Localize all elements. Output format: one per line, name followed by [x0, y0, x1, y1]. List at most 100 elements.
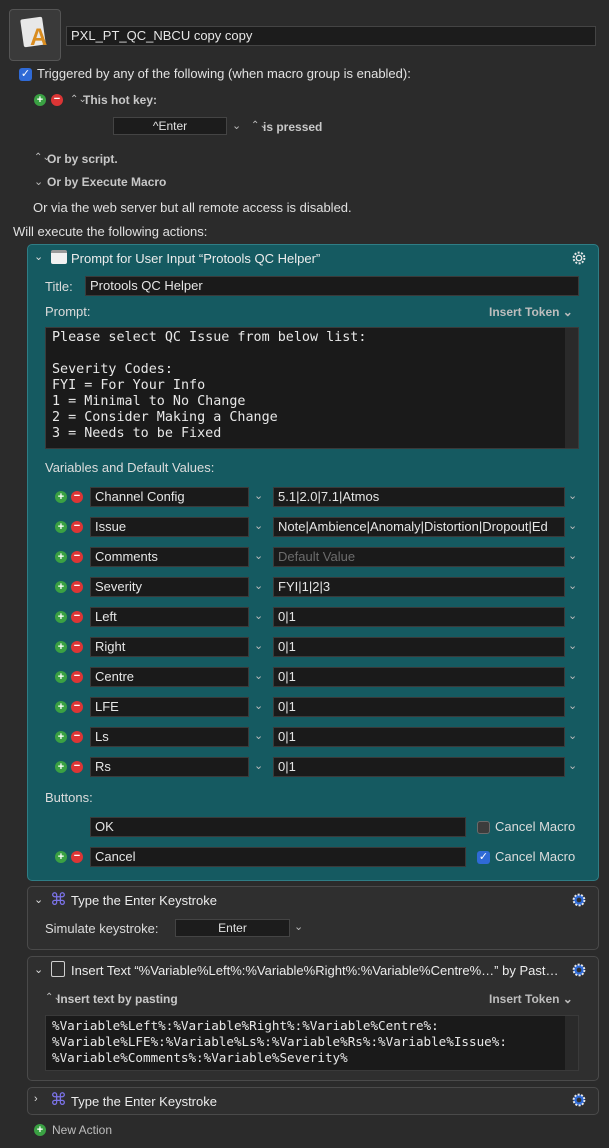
chevron-down-icon[interactable]: ⌄: [34, 175, 43, 188]
chevron-down-icon[interactable]: ⌄: [254, 729, 263, 742]
variable-name-input[interactable]: Severity: [90, 577, 249, 597]
new-action-icon[interactable]: +: [34, 1124, 46, 1136]
title-input[interactable]: Protools QC Helper: [85, 276, 579, 296]
variable-default-input[interactable]: 0|1: [273, 667, 565, 687]
variable-name-input[interactable]: LFE: [90, 697, 249, 717]
variable-default-input[interactable]: 0|1: [273, 757, 565, 777]
chevron-down-icon[interactable]: ⌄: [254, 669, 263, 682]
add-variable-icon[interactable]: +: [55, 701, 67, 713]
add-variable-icon[interactable]: +: [55, 671, 67, 683]
insert-token-menu[interactable]: Insert Token ⌄: [489, 992, 573, 1006]
remove-variable-icon[interactable]: −: [71, 611, 83, 623]
prompt-textarea[interactable]: Please select QC Issue from below list: S…: [45, 327, 579, 449]
cancel-macro-checkbox[interactable]: [477, 819, 490, 835]
or-by-execute-macro[interactable]: Or by Execute Macro: [47, 175, 166, 189]
gear-icon[interactable]: [570, 249, 588, 267]
variable-name-input[interactable]: Channel Config: [90, 487, 249, 507]
remove-button-icon[interactable]: −: [71, 851, 83, 863]
variable-name-input[interactable]: Right: [90, 637, 249, 657]
trigger-checkbox[interactable]: ✓: [19, 66, 32, 82]
remove-variable-icon[interactable]: −: [71, 731, 83, 743]
variable-default-input[interactable]: 5.1|2.0|7.1|Atmos: [273, 487, 565, 507]
chevron-down-icon[interactable]: ⌄: [254, 549, 263, 562]
add-variable-icon[interactable]: +: [55, 581, 67, 593]
variable-default-input[interactable]: FYI|1|2|3: [273, 577, 565, 597]
add-button-icon[interactable]: +: [55, 851, 67, 863]
macro-icon[interactable]: A: [9, 9, 61, 61]
remove-variable-icon[interactable]: −: [71, 671, 83, 683]
chevron-down-icon[interactable]: ⌄: [254, 699, 263, 712]
remove-variable-icon[interactable]: −: [71, 701, 83, 713]
chevron-down-icon[interactable]: ⌄: [568, 639, 577, 652]
add-variable-icon[interactable]: +: [55, 521, 67, 533]
add-variable-icon[interactable]: +: [55, 611, 67, 623]
add-variable-icon[interactable]: +: [55, 761, 67, 773]
chevron-down-icon[interactable]: ⌄: [254, 759, 263, 772]
or-by-script[interactable]: Or by script.: [47, 152, 118, 166]
variable-name-input[interactable]: Rs: [90, 757, 249, 777]
remove-variable-icon[interactable]: −: [71, 761, 83, 773]
chevron-down-icon[interactable]: ⌄: [254, 489, 263, 502]
cancel-macro-checkbox[interactable]: ✓: [477, 849, 490, 865]
add-variable-icon[interactable]: +: [55, 731, 67, 743]
variable-name-input[interactable]: Ls: [90, 727, 249, 747]
chevron-down-icon[interactable]: ⌄: [568, 759, 577, 772]
prompt-scrollbar[interactable]: [565, 328, 578, 448]
remove-variable-icon[interactable]: −: [71, 581, 83, 593]
chevron-down-icon[interactable]: ⌄: [568, 699, 577, 712]
chevron-down-icon[interactable]: ⌄: [568, 579, 577, 592]
remove-variable-icon[interactable]: −: [71, 551, 83, 563]
variable-name-input[interactable]: Issue: [90, 517, 249, 537]
macro-name-field[interactable]: PXL_PT_QC_NBCU copy copy: [66, 26, 596, 46]
chevron-down-icon[interactable]: ⌄: [568, 609, 577, 622]
chevron-down-icon[interactable]: ⌄: [568, 489, 577, 502]
button-name-input[interactable]: OK: [90, 817, 466, 837]
chevron-down-icon[interactable]: ⌄: [232, 119, 241, 132]
insert-mode-menu[interactable]: Insert text by pasting: [57, 992, 178, 1006]
button-name-input[interactable]: Cancel: [90, 847, 466, 867]
gear-icon[interactable]: [570, 891, 588, 909]
remove-variable-icon[interactable]: −: [71, 491, 83, 503]
chevron-down-icon[interactable]: ⌄: [568, 549, 577, 562]
gear-icon[interactable]: [570, 1091, 588, 1109]
chevron-down-icon[interactable]: ⌄: [568, 729, 577, 742]
variable-default-input[interactable]: Note|Ambience|Anomaly|Distortion|Dropout…: [273, 517, 565, 537]
remove-trigger-icon[interactable]: −: [51, 94, 63, 106]
chevron-down-icon[interactable]: ⌄: [254, 519, 263, 532]
variable-default-input[interactable]: 0|1: [273, 697, 565, 717]
new-action-link[interactable]: New Action: [52, 1123, 112, 1137]
remove-variable-icon[interactable]: −: [71, 641, 83, 653]
variable-default-input[interactable]: Default Value: [273, 547, 565, 567]
insert-text-area[interactable]: %Variable%Left%:%Variable%Right%:%Variab…: [45, 1015, 579, 1071]
add-variable-icon[interactable]: +: [55, 491, 67, 503]
hotkey-state[interactable]: is pressed: [263, 120, 322, 134]
variable-name-input[interactable]: Centre: [90, 667, 249, 687]
keystroke-field[interactable]: Enter: [175, 919, 290, 937]
collapse-chevron-icon[interactable]: ⌄: [34, 250, 43, 263]
hotkey-field[interactable]: ^Enter: [113, 117, 227, 135]
chevron-down-icon[interactable]: ⌄: [254, 639, 263, 652]
chevron-down-icon[interactable]: ⌄: [254, 579, 263, 592]
chevron-down-icon[interactable]: ⌄: [568, 669, 577, 682]
cancel-macro-label[interactable]: Cancel Macro: [495, 819, 575, 834]
expand-chevron-icon[interactable]: ›: [34, 1093, 38, 1105]
collapse-chevron-icon[interactable]: ⌄: [34, 893, 43, 906]
gear-icon[interactable]: [570, 961, 588, 979]
variable-name-input[interactable]: Comments: [90, 547, 249, 567]
add-variable-icon[interactable]: +: [55, 551, 67, 563]
remove-variable-icon[interactable]: −: [71, 521, 83, 533]
variable-default-input[interactable]: 0|1: [273, 727, 565, 747]
chevron-down-icon[interactable]: ⌄: [568, 519, 577, 532]
chevron-down-icon[interactable]: ⌄: [254, 609, 263, 622]
insert-text-scrollbar[interactable]: [565, 1016, 578, 1070]
prompt-line: 2 = Consider Making a Change: [52, 410, 278, 425]
add-trigger-icon[interactable]: +: [34, 94, 46, 106]
collapse-chevron-icon[interactable]: ⌄: [34, 963, 43, 976]
variable-default-input[interactable]: 0|1: [273, 607, 565, 627]
chevron-down-icon[interactable]: ⌄: [294, 920, 303, 933]
variable-name-input[interactable]: Left: [90, 607, 249, 627]
insert-token-menu[interactable]: Insert Token ⌄: [489, 305, 573, 319]
add-variable-icon[interactable]: +: [55, 641, 67, 653]
cancel-macro-label[interactable]: Cancel Macro: [495, 849, 575, 864]
variable-default-input[interactable]: 0|1: [273, 637, 565, 657]
